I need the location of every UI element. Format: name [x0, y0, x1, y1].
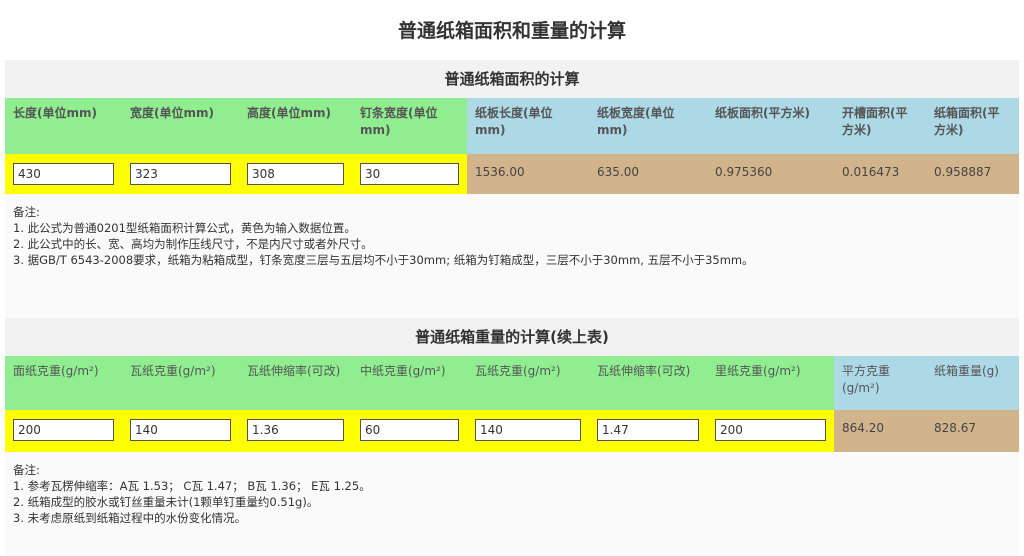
area-header: 钉条宽度(单位mm): [352, 98, 467, 154]
flute-paper-input[interactable]: [130, 419, 231, 441]
note-line: 1. 参考瓦楞伸缩率：A瓦 1.53； C瓦 1.47； B瓦 1.36； E瓦…: [13, 479, 371, 493]
flute-ratio-input[interactable]: [247, 419, 344, 441]
note-line: 2. 纸箱成型的胶水或钉丝重量未计(1颗单钉重量约0.51g)。: [13, 495, 319, 509]
area-section: 普通纸箱面积的计算 长度(单位mm) 宽度(单位mm) 高度(单位mm) 钉条宽…: [5, 60, 1019, 293]
liner-paper-input[interactable]: [715, 419, 826, 441]
input-cell: [239, 154, 352, 194]
input-cell: [5, 410, 122, 452]
weight-value-row: 864.20 828.67: [5, 410, 1019, 452]
strip-width-input[interactable]: [360, 163, 459, 185]
notes-title: 备注:: [13, 205, 40, 219]
length-input[interactable]: [13, 163, 114, 185]
board-area-value: 0.975360: [707, 154, 834, 194]
area-header: 纸板面积(平方米): [707, 98, 834, 154]
input-cell: [122, 154, 239, 194]
weight-section: 普通纸箱重量的计算(续上表) 面纸克重(g/m²) 瓦纸克重(g/m²) 瓦纸伸…: [5, 318, 1019, 556]
area-header: 纸板长度(单位mm): [467, 98, 589, 154]
weight-header: 面纸克重(g/m²): [5, 356, 122, 410]
area-header: 宽度(单位mm): [122, 98, 239, 154]
box-weight-value: 828.67: [926, 410, 1019, 452]
flute-paper-2-input[interactable]: [475, 419, 581, 441]
weight-header-row: 面纸克重(g/m²) 瓦纸克重(g/m²) 瓦纸伸缩率(可改) 中纸克重(g/m…: [5, 356, 1019, 410]
area-header: 长度(单位mm): [5, 98, 122, 154]
area-header: 开槽面积(平方米): [834, 98, 926, 154]
note-line: 3. 未考虑原纸到纸箱过程中的水份变化情况。: [13, 511, 247, 525]
weight-header: 里纸克重(g/m²): [707, 356, 834, 410]
input-cell: [352, 410, 467, 452]
height-input[interactable]: [247, 163, 344, 185]
input-cell: [239, 410, 352, 452]
weight-table: 面纸克重(g/m²) 瓦纸克重(g/m²) 瓦纸伸缩率(可改) 中纸克重(g/m…: [5, 356, 1019, 452]
area-table: 长度(单位mm) 宽度(单位mm) 高度(单位mm) 钉条宽度(单位mm) 纸板…: [5, 98, 1019, 194]
width-input[interactable]: [130, 163, 231, 185]
square-weight-value: 864.20: [834, 410, 926, 452]
face-paper-input[interactable]: [13, 419, 114, 441]
area-header: 纸箱面积(平方米): [926, 98, 1019, 154]
weight-notes: 备注: 1. 参考瓦楞伸缩率：A瓦 1.53； C瓦 1.47； B瓦 1.36…: [5, 452, 1019, 556]
middle-paper-input[interactable]: [360, 419, 459, 441]
weight-header: 瓦纸克重(g/m²): [122, 356, 239, 410]
input-cell: [122, 410, 239, 452]
area-header: 高度(单位mm): [239, 98, 352, 154]
area-value-row: 1536.00 635.00 0.975360 0.016473 0.95888…: [5, 154, 1019, 194]
board-length-value: 1536.00: [467, 154, 589, 194]
area-header: 纸板宽度(单位mm): [589, 98, 707, 154]
area-notes: 备注: 1. 此公式为普通0201型纸箱面积计算公式，黄色为输入数据位置。 2.…: [5, 194, 1019, 293]
flute-ratio-2-input[interactable]: [597, 419, 699, 441]
input-cell: [352, 154, 467, 194]
page-title: 普通纸箱面积和重量的计算: [397, 20, 626, 42]
input-cell: [707, 410, 834, 452]
weight-header: 中纸克重(g/m²): [352, 356, 467, 410]
weight-header: 瓦纸克重(g/m²): [467, 356, 589, 410]
weight-header: 瓦纸伸缩率(可改): [589, 356, 707, 410]
notes-title: 备注:: [13, 463, 40, 477]
input-cell: [5, 154, 122, 194]
board-width-value: 635.00: [589, 154, 707, 194]
area-header-row: 长度(单位mm) 宽度(单位mm) 高度(单位mm) 钉条宽度(单位mm) 纸板…: [5, 98, 1019, 154]
weight-header: 纸箱重量(g): [926, 356, 1019, 410]
note-line: 1. 此公式为普通0201型纸箱面积计算公式，黄色为输入数据位置。: [13, 221, 356, 235]
area-section-title: 普通纸箱面积的计算: [444, 70, 580, 88]
weight-header: 平方克重(g/m²): [834, 356, 926, 410]
note-line: 3. 据GB/T 6543-2008要求，纸箱为粘箱成型，钉条宽度三层与五层均不…: [13, 253, 754, 267]
slot-area-value: 0.016473: [834, 154, 926, 194]
box-area-value: 0.958887: [926, 154, 1019, 194]
note-line: 2. 此公式中的长、宽、高均为制作压线尺寸，不是内尺寸或者外尺寸。: [13, 237, 373, 251]
input-cell: [589, 410, 707, 452]
section-gap: [5, 283, 1019, 318]
weight-section-title: 普通纸箱重量的计算(续上表): [415, 328, 609, 346]
weight-header: 瓦纸伸缩率(可改): [239, 356, 352, 410]
input-cell: [467, 410, 589, 452]
